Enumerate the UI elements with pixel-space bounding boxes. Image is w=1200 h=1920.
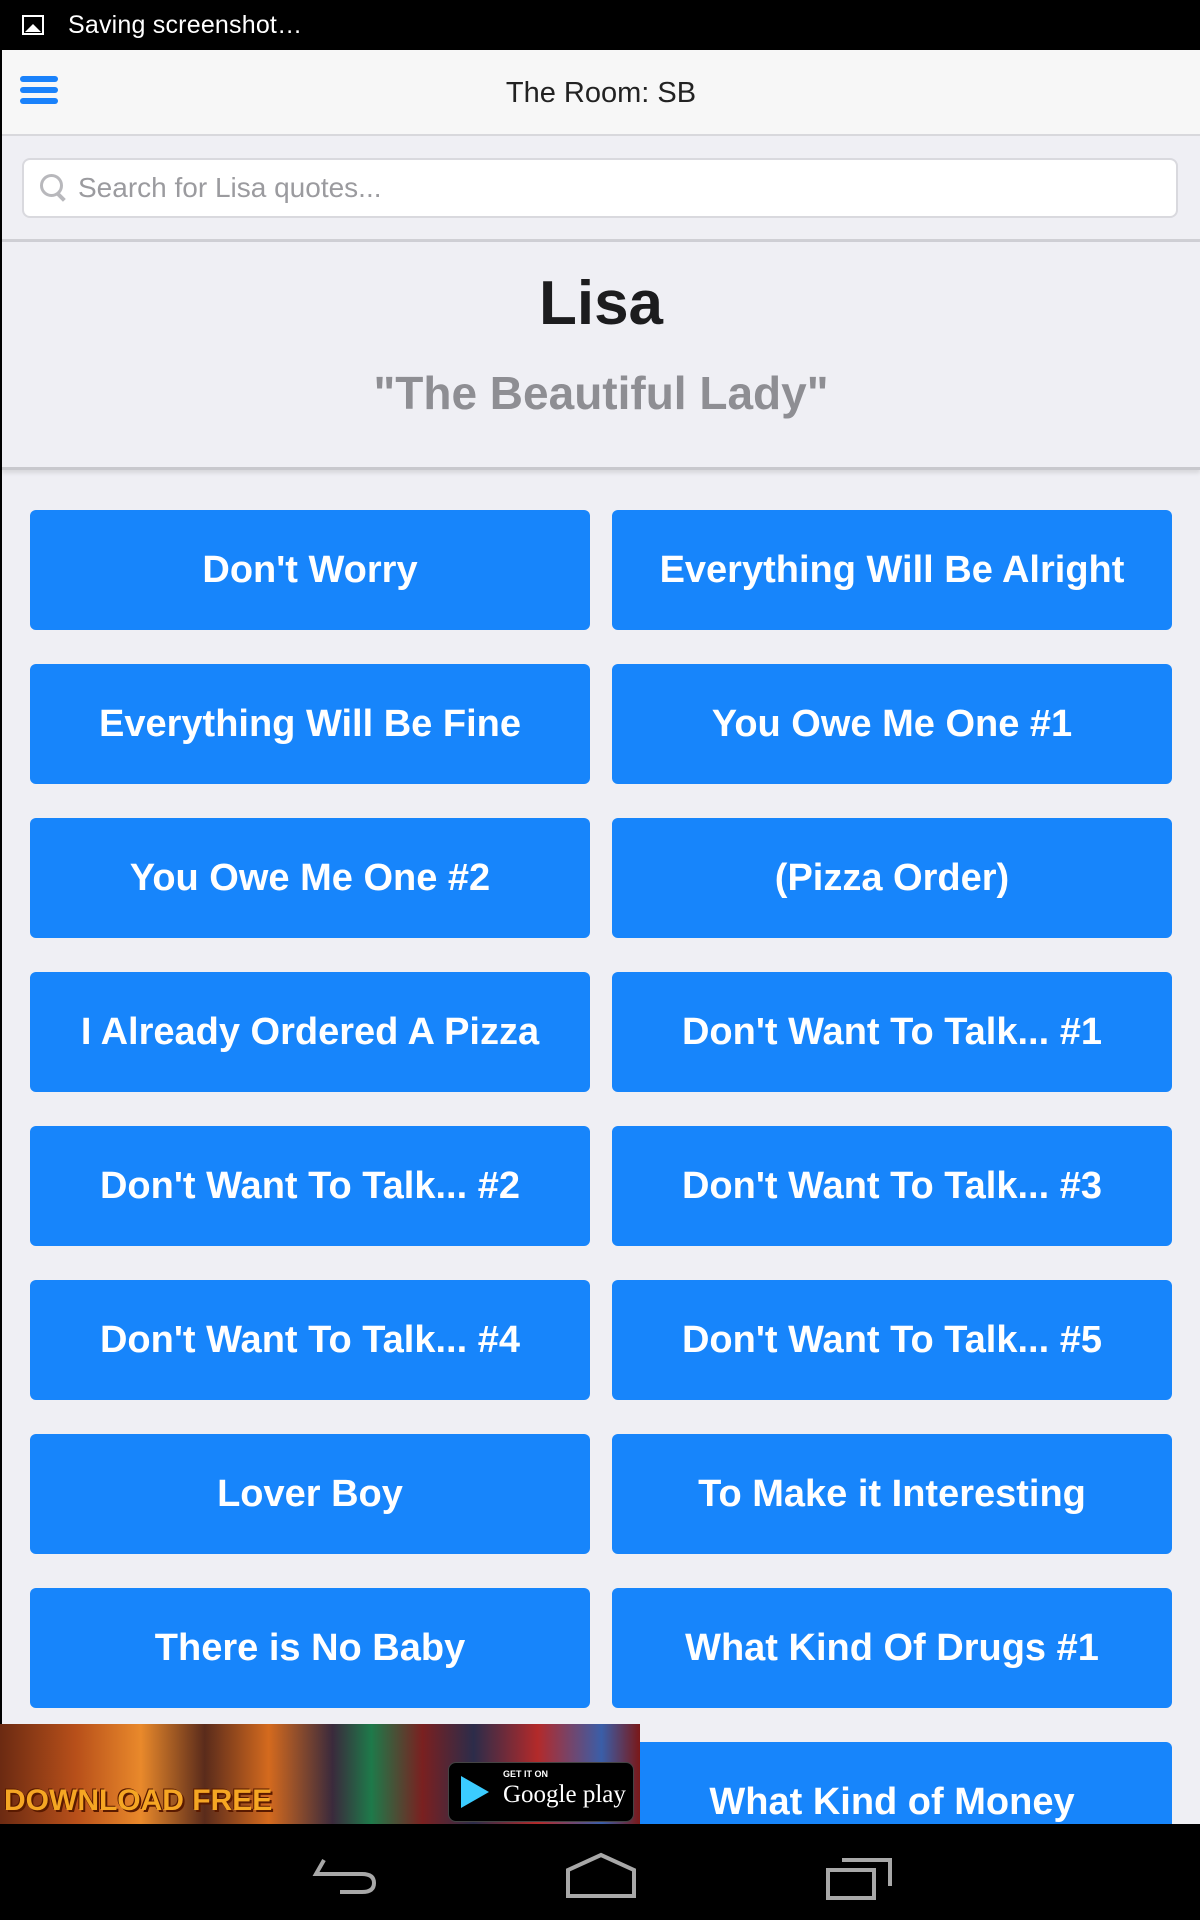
quote-button[interactable]: To Make it Interesting (612, 1434, 1172, 1554)
quote-button[interactable]: Don't Want To Talk... #3 (612, 1126, 1172, 1246)
quote-button[interactable]: Don't Worry (30, 510, 590, 630)
quote-button[interactable]: What Kind of Money (612, 1742, 1172, 1824)
status-bar: Saving screenshot… (0, 0, 1200, 50)
quote-button[interactable]: Don't Want To Talk... #2 (30, 1126, 590, 1246)
home-icon[interactable] (564, 1852, 638, 1898)
ad-headline: DOWNLOAD FREE (4, 1784, 273, 1817)
search-input[interactable] (76, 171, 1160, 205)
quote-button[interactable]: You Owe Me One #2 (30, 818, 590, 938)
quote-button[interactable]: I Already Ordered A Pizza (30, 972, 590, 1092)
quote-button[interactable]: Don't Want To Talk... #5 (612, 1280, 1172, 1400)
search-bar-container (2, 136, 1200, 242)
system-navigation-bar (0, 1824, 1200, 1920)
quote-button[interactable]: Everything Will Be Fine (30, 664, 590, 784)
back-icon[interactable] (310, 1856, 380, 1896)
quote-button[interactable]: Don't Want To Talk... #4 (30, 1280, 590, 1400)
quote-button[interactable]: Don't Want To Talk... #1 (612, 972, 1172, 1092)
quote-button[interactable]: There is No Baby (30, 1588, 590, 1708)
character-name: Lisa (538, 269, 664, 338)
app-screen: The Room: SB Lisa "The Beautiful Lady" D… (2, 50, 1200, 1824)
google-play-text: Google play (503, 1781, 626, 1808)
recents-icon[interactable] (824, 1856, 894, 1900)
search-box[interactable] (22, 158, 1178, 218)
search-icon (40, 174, 68, 202)
quote-button[interactable]: What Kind Of Drugs #1 (612, 1588, 1172, 1708)
quote-button[interactable]: (Pizza Order) (612, 818, 1172, 938)
status-notification-text: Saving screenshot… (68, 10, 303, 39)
quote-button[interactable]: You Owe Me One #1 (612, 664, 1172, 784)
ad-banner[interactable]: DOWNLOAD FREE GET IT ON Google play (0, 1724, 640, 1824)
image-icon (22, 15, 44, 35)
character-subtitle: "The Beautiful Lady" (373, 367, 829, 419)
google-play-icon (461, 1776, 489, 1808)
google-play-badge[interactable]: GET IT ON Google play (448, 1762, 634, 1822)
character-header: Lisa "The Beautiful Lady" (2, 242, 1200, 470)
google-play-small-text: GET IT ON (503, 1769, 548, 1779)
quote-button-grid: Don't Worry Everything Will Be Alright E… (30, 510, 1176, 1824)
navbar: The Room: SB (2, 50, 1200, 136)
quote-button[interactable]: Lover Boy (30, 1434, 590, 1554)
nav-title: The Room: SB (505, 77, 697, 109)
quote-button[interactable]: Everything Will Be Alright (612, 510, 1172, 630)
